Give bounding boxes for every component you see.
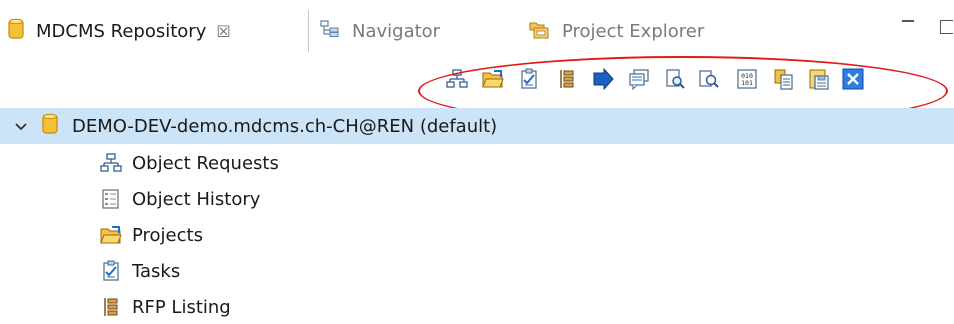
save-document-icon[interactable] <box>808 68 830 90</box>
tab-mdcms-repository[interactable]: MDCMS Repository ☒ <box>0 10 309 52</box>
close-x-icon[interactable] <box>842 68 864 90</box>
tree-item-tasks[interactable]: Tasks <box>100 254 180 288</box>
tab-project-explorer[interactable]: Project Explorer <box>520 10 704 52</box>
projects-folder-icon[interactable] <box>482 68 504 90</box>
tree-root-connection[interactable]: DEMO-DEV-demo.mdcms.ch-CH@REN (default) <box>0 108 954 144</box>
view-toolbar: 010 101 <box>440 60 940 100</box>
find-icon[interactable] <box>698 68 720 90</box>
tab-label: MDCMS Repository <box>36 20 207 42</box>
project-explorer-icon <box>528 18 550 45</box>
rfp-listing-icon <box>100 296 122 318</box>
object-requests-icon <box>100 152 122 174</box>
tab-label: Navigator <box>352 20 441 42</box>
mdcms-repository-view: MDCMS Repository ☒ Navigator Project Exp… <box>0 0 954 324</box>
chevron-down-icon[interactable] <box>14 116 28 137</box>
svg-text:101: 101 <box>741 79 753 87</box>
database-icon <box>8 18 24 45</box>
tab-navigator[interactable]: Navigator <box>312 10 440 52</box>
object-requests-icon[interactable] <box>446 68 468 90</box>
view-tab-bar: MDCMS Repository ☒ Navigator Project Exp… <box>0 0 954 58</box>
tree-item-object-requests[interactable]: Object Requests <box>100 146 279 180</box>
tasks-icon <box>100 260 122 282</box>
tab-label: Project Explorer <box>562 20 705 42</box>
maximize-icon[interactable] <box>940 18 954 34</box>
projects-folder-icon <box>100 224 122 246</box>
tree-item-label: Tasks <box>132 260 181 282</box>
rfp-listing-icon[interactable] <box>556 68 578 90</box>
tasks-icon[interactable] <box>518 68 540 90</box>
tree-item-object-history[interactable]: Object History <box>100 182 260 216</box>
tree-root-label: DEMO-DEV-demo.mdcms.ch-CH@REN (default) <box>72 115 498 137</box>
tree-item-rfp-listing[interactable]: RFP Listing <box>100 290 231 324</box>
object-history-icon <box>100 188 122 210</box>
tree-item-label: Object Requests <box>132 152 279 174</box>
minimize-icon[interactable] <box>900 18 916 32</box>
search-document-icon[interactable] <box>664 68 686 90</box>
copy-documents-icon[interactable] <box>772 68 794 90</box>
database-icon <box>42 113 58 140</box>
binary-icon[interactable]: 010 101 <box>736 68 758 90</box>
navigator-icon <box>320 19 340 44</box>
tree-item-projects[interactable]: Projects <box>100 218 203 252</box>
forward-arrow-icon[interactable] <box>592 67 614 91</box>
comment-icon[interactable] <box>628 68 650 91</box>
tree-item-label: Object History <box>132 188 261 210</box>
close-tab-icon[interactable]: ☒ <box>216 22 230 41</box>
tree-item-label: Projects <box>132 224 203 246</box>
tree-item-label: RFP Listing <box>132 296 231 318</box>
